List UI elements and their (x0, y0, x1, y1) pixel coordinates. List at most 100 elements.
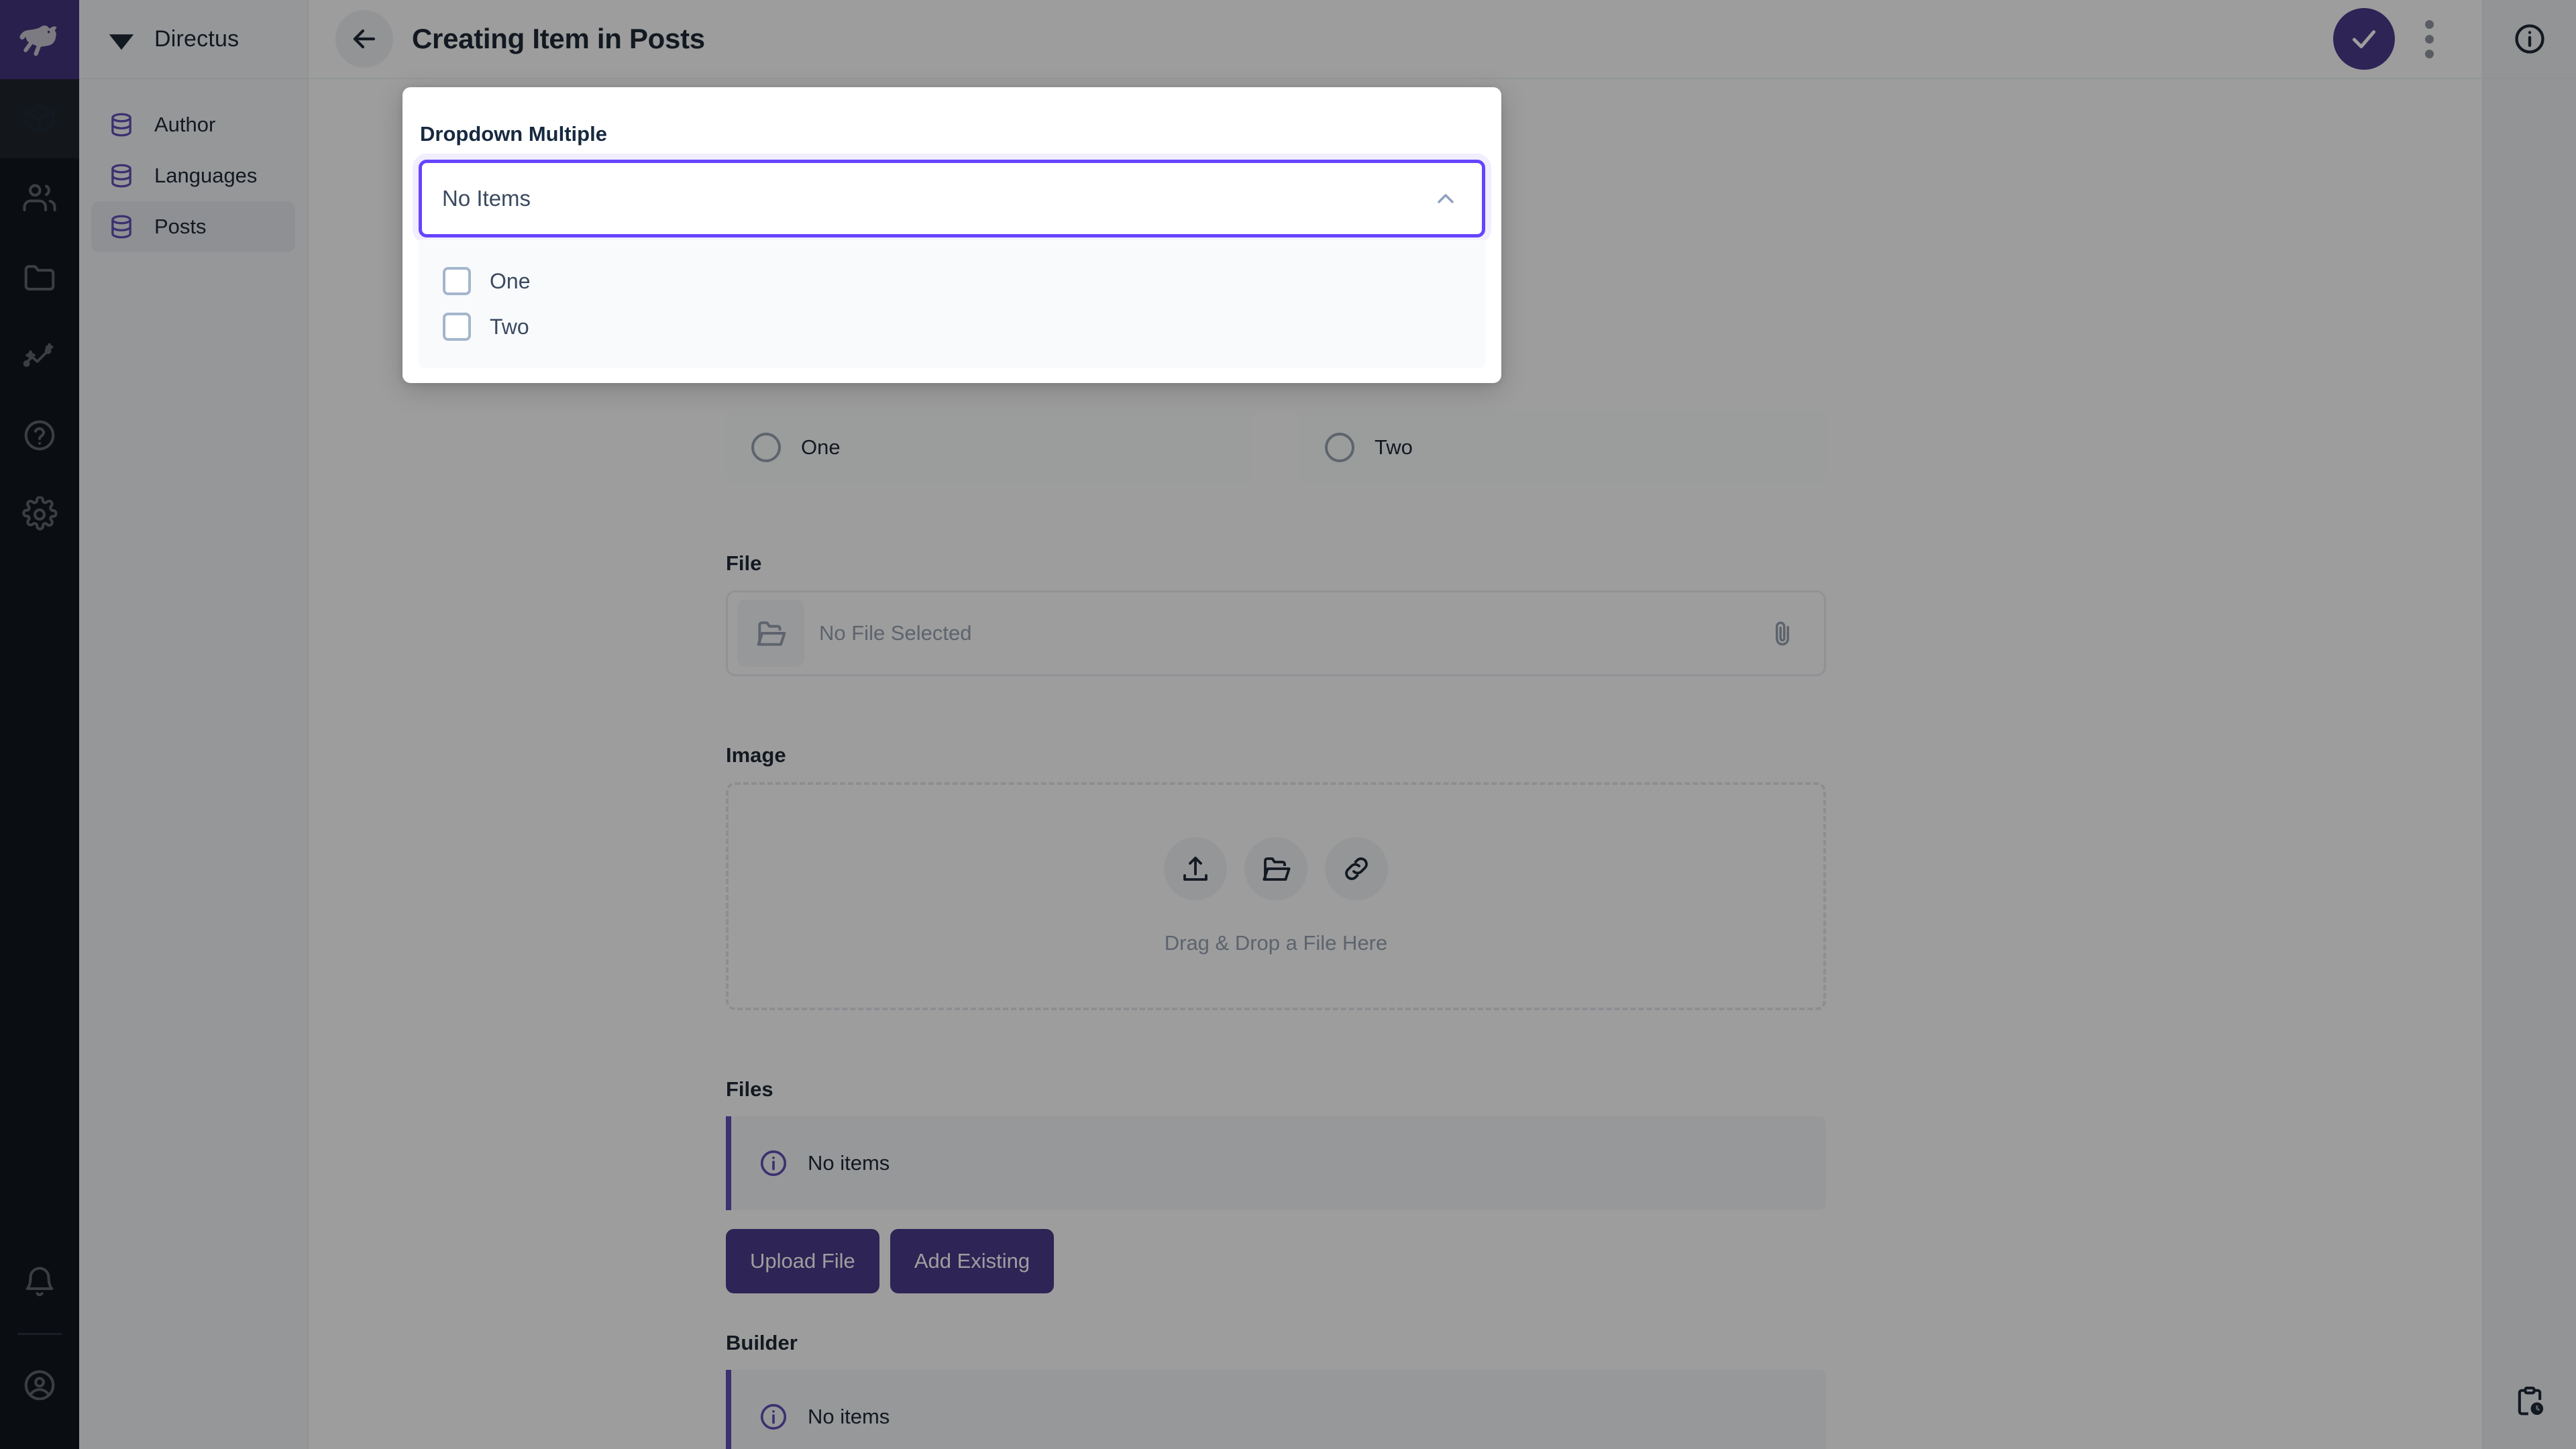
rail-item-insights[interactable] (0, 317, 79, 396)
radio-field: One Two (726, 411, 1826, 484)
folder-icon (24, 265, 55, 291)
radio-circle-icon (751, 433, 781, 462)
header-actions (2333, 8, 2453, 70)
more-options-button[interactable] (2406, 8, 2453, 70)
checkbox-unchecked-icon[interactable] (443, 267, 471, 295)
info-circle-icon (2515, 24, 2544, 54)
files-field: Files No items Upload File Add Existing (726, 1077, 1826, 1293)
radio-circle-icon (1325, 433, 1354, 462)
file-folder-button[interactable] (737, 600, 804, 667)
upload-file-button[interactable] (1164, 837, 1227, 900)
radio-group: One Two (726, 411, 1826, 484)
folder-open-icon (1263, 857, 1291, 881)
save-button[interactable] (2333, 8, 2395, 70)
dropdown-option-label: One (490, 268, 531, 293)
choose-file-button[interactable] (1244, 837, 1307, 900)
back-button[interactable] (335, 10, 393, 68)
page-title: Creating Item in Posts (412, 23, 705, 54)
box-icon (24, 103, 55, 134)
files-empty-notice: No items (726, 1116, 1826, 1210)
button-label: Upload File (750, 1249, 855, 1273)
radio-option-two[interactable]: Two (1299, 411, 1826, 484)
info-circle-icon (760, 1403, 787, 1430)
rail-item-docs[interactable] (0, 396, 79, 475)
upload-file-button[interactable]: Upload File (726, 1229, 879, 1293)
database-icon (111, 215, 131, 239)
radio-option-one[interactable]: One (726, 411, 1252, 484)
rail-item-notifications[interactable] (0, 1243, 79, 1322)
radio-option-label: One (801, 435, 841, 459)
directus-logo-button[interactable] (0, 0, 79, 79)
files-field-label: Files (726, 1077, 773, 1101)
files-actions: Upload File Add Existing (726, 1229, 1826, 1293)
more-vertical-icon (2424, 19, 2434, 29)
collections-sidebar: Directus Author Languages Posts (79, 0, 309, 1449)
sidebar-item-label: Languages (154, 164, 258, 187)
image-dropzone[interactable]: Drag & Drop a File Here (726, 782, 1826, 1010)
module-rail (0, 0, 79, 1449)
rail-item-settings[interactable] (0, 475, 79, 554)
dropdown-option-one[interactable]: One (419, 258, 1485, 304)
file-placeholder: No File Selected (819, 621, 972, 645)
image-field-label: Image (726, 743, 786, 767)
sidebar-item-languages[interactable]: Languages (91, 150, 295, 201)
dropdown-option-two[interactable]: Two (419, 304, 1485, 350)
dropdown-options-list: One Two (419, 239, 1485, 368)
upload-icon (1183, 857, 1208, 881)
dropzone-actions (1164, 837, 1388, 900)
sidebar-item-posts[interactable]: Posts (91, 201, 295, 252)
rail-bottom (0, 1243, 79, 1449)
dropdown-input[interactable]: No Items (419, 160, 1485, 237)
rail-item-files[interactable] (0, 237, 79, 317)
gear-icon (22, 496, 58, 531)
rail-divider (17, 1333, 62, 1335)
info-circle-icon (760, 1150, 787, 1177)
chevron-up-icon[interactable] (1432, 185, 1459, 212)
collection-list: Author Languages Posts (79, 79, 307, 252)
users-icon (23, 184, 56, 212)
paperclip-icon[interactable] (1768, 619, 1797, 648)
dropdown-field-label: Dropdown Multiple (420, 122, 607, 146)
database-icon (111, 113, 131, 137)
more-vertical-icon (2424, 49, 2434, 58)
rail-items (0, 79, 79, 554)
sidebar-item-label: Author (154, 113, 216, 136)
file-input[interactable]: No File Selected (726, 590, 1826, 676)
builder-empty-text: No items (808, 1405, 890, 1428)
dropzone-text: Drag & Drop a File Here (1164, 931, 1388, 955)
rail-item-users[interactable] (0, 158, 79, 237)
more-vertical-icon (2424, 34, 2434, 44)
sidebar-item-author[interactable]: Author (91, 99, 295, 150)
sidebar-item-label: Posts (154, 215, 207, 238)
folder-open-icon (757, 621, 786, 646)
gem-icon (109, 34, 134, 50)
rail-item-content[interactable] (0, 79, 79, 158)
dropdown-multiple-popover: Dropdown Multiple No Items One Two (402, 87, 1501, 383)
dropdown-option-label: Two (490, 314, 529, 339)
image-field: Image Drag & Drop a File Here (726, 743, 1826, 1010)
add-existing-file-button[interactable]: Add Existing (890, 1229, 1055, 1293)
brand-name: Directus (154, 25, 239, 52)
help-circle-icon (24, 420, 55, 451)
database-icon (111, 164, 131, 188)
builder-field: Builder No items Create New (726, 1331, 1826, 1449)
import-url-button[interactable] (1325, 837, 1388, 900)
file-field: File No File Selected (726, 551, 1826, 676)
checkbox-unchecked-icon[interactable] (443, 313, 471, 341)
bell-icon (25, 1267, 54, 1297)
account-circle-icon (24, 1370, 55, 1401)
builder-field-label: Builder (726, 1331, 798, 1354)
files-empty-text: No items (808, 1151, 890, 1175)
check-icon (2352, 30, 2376, 48)
info-sidebar-toggle[interactable] (2483, 0, 2576, 79)
rail-item-account[interactable] (0, 1346, 79, 1425)
page-header: Creating Item in Posts (309, 0, 2482, 79)
clipboard-clock-icon (2518, 1387, 2544, 1415)
directus-rabbit-logo (19, 25, 57, 56)
revisions-button[interactable] (2512, 1384, 2547, 1449)
info-sidebar (2482, 0, 2576, 1449)
